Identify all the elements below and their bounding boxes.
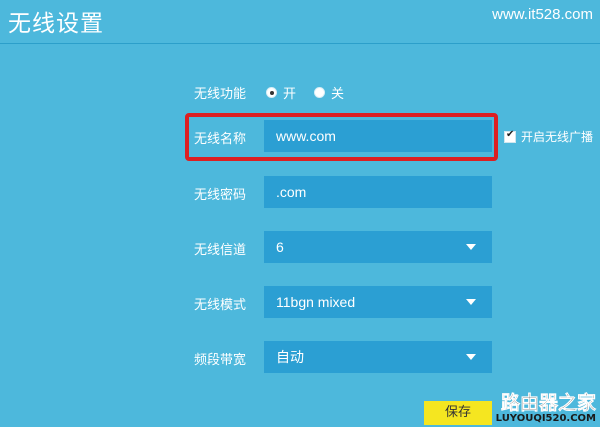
logo-text: 路由器之家 — [500, 392, 597, 414]
save-button[interactable]: 保存 — [424, 401, 492, 425]
wireless-function-radio-group: 开 关 — [266, 83, 362, 102]
chevron-down-icon — [466, 244, 476, 250]
broadcast-checkbox[interactable] — [504, 129, 516, 143]
radio-off[interactable] — [314, 87, 326, 98]
mode-value: 11bgn mixed — [276, 294, 356, 310]
chevron-down-icon — [466, 354, 476, 360]
channel-select[interactable]: 6 — [264, 231, 492, 263]
channel-value: 6 — [276, 239, 284, 255]
bandwidth-label: 频段带宽 — [194, 353, 247, 368]
bandwidth-select[interactable]: 自动 — [264, 341, 492, 373]
password-label: 无线密码 — [194, 188, 247, 203]
page-title: 无线设置 — [8, 11, 104, 37]
mode-label: 无线模式 — [194, 298, 247, 313]
mode-select[interactable]: 11bgn mixed — [264, 286, 492, 318]
broadcast-toggle[interactable]: 开启无线广播 — [504, 128, 593, 145]
header-divider — [0, 43, 600, 44]
radio-on-label[interactable]: 开 — [283, 83, 296, 102]
radio-off-label[interactable]: 关 — [331, 83, 344, 102]
channel-label: 无线信道 — [194, 243, 247, 258]
password-input[interactable]: .com — [264, 176, 492, 208]
logo-url: LUYOUQI520.COM — [495, 413, 596, 424]
radio-on[interactable] — [266, 87, 277, 98]
site-watermark: www.it528.com — [492, 6, 593, 23]
broadcast-label: 开启无线广播 — [521, 130, 594, 144]
chevron-down-icon — [466, 299, 476, 305]
ssid-highlight-box — [185, 113, 498, 161]
wireless-function-label: 无线功能 — [194, 87, 247, 102]
site-logo: 路由器之家 LUYOUQI520.COM — [495, 392, 597, 424]
bandwidth-value: 自动 — [276, 349, 304, 365]
